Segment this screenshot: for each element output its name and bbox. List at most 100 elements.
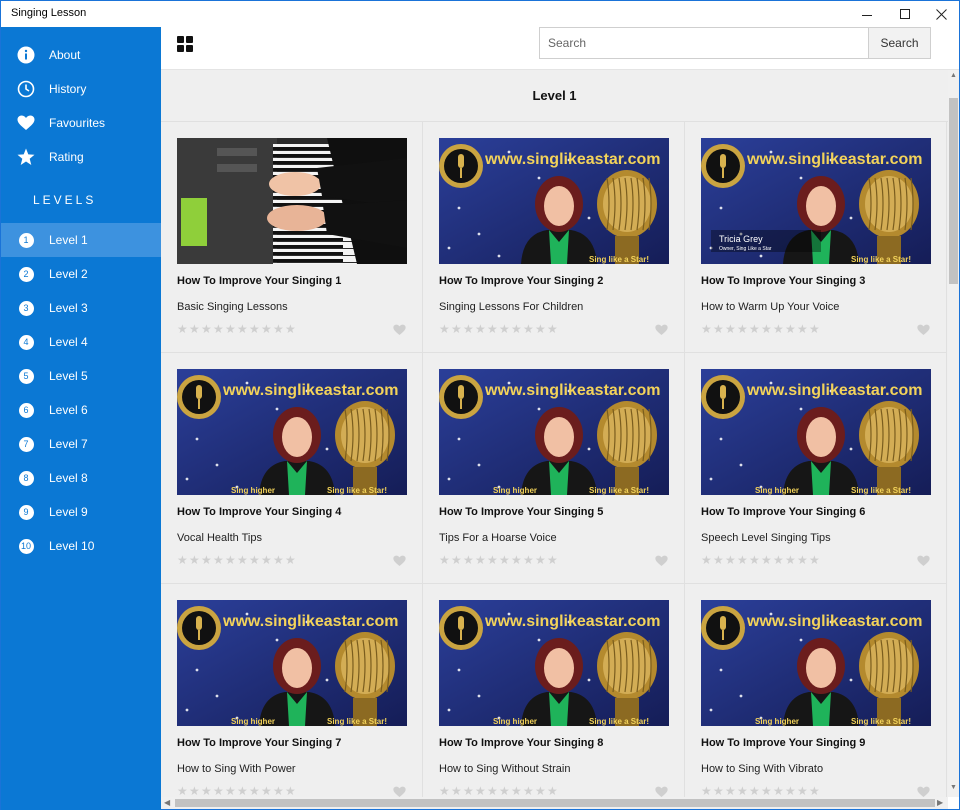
lesson-card[interactable]: www.singlikeastar.com Sing higher Sing lik… [685, 353, 947, 584]
rating-star-icon[interactable]: ★ [249, 322, 261, 336]
rating-stars[interactable]: ★ ★ ★ ★ ★ ★ ★ ★ ★ ★ [439, 322, 559, 336]
favourite-heart-icon[interactable] [917, 323, 930, 341]
maximize-button[interactable] [885, 1, 925, 27]
rating-star-icon[interactable]: ★ [261, 553, 273, 567]
rating-star-icon[interactable]: ★ [273, 322, 285, 336]
rating-star-icon[interactable]: ★ [785, 784, 797, 797]
rating-star-icon[interactable]: ★ [237, 553, 249, 567]
rating-star-icon[interactable]: ★ [201, 322, 213, 336]
rating-star-icon[interactable]: ★ [523, 553, 535, 567]
rating-star-icon[interactable]: ★ [749, 784, 761, 797]
rating-star-icon[interactable]: ★ [749, 322, 761, 336]
rating-star-icon[interactable]: ★ [511, 553, 523, 567]
lesson-thumbnail[interactable]: www.singlikeastar.com Sing higher Sing lik… [701, 600, 931, 726]
rating-star-icon[interactable]: ★ [725, 784, 737, 797]
rating-star-icon[interactable]: ★ [189, 553, 201, 567]
rating-star-icon[interactable]: ★ [463, 553, 475, 567]
rating-star-icon[interactable]: ★ [285, 553, 297, 567]
rating-star-icon[interactable]: ★ [201, 784, 213, 797]
rating-star-icon[interactable]: ★ [177, 322, 189, 336]
rating-star-icon[interactable]: ★ [463, 784, 475, 797]
sidebar-item-level-9[interactable]: 9 Level 9 [1, 495, 161, 529]
favourite-heart-icon[interactable] [655, 554, 668, 572]
lesson-thumbnail[interactable]: www.singlikeastar.com Sing like a Star! [439, 138, 669, 264]
search-input[interactable] [539, 27, 869, 59]
lesson-thumbnail[interactable]: www.singlikeastar.com Sing higher Sing lik… [177, 369, 407, 495]
scrollbar-thumb[interactable] [949, 98, 958, 284]
rating-star-icon[interactable]: ★ [523, 322, 535, 336]
favourite-heart-icon[interactable] [917, 785, 930, 797]
rating-star-icon[interactable]: ★ [475, 322, 487, 336]
rating-star-icon[interactable]: ★ [761, 553, 773, 567]
rating-star-icon[interactable]: ★ [475, 553, 487, 567]
rating-star-icon[interactable]: ★ [451, 553, 463, 567]
rating-stars[interactable]: ★ ★ ★ ★ ★ ★ ★ ★ ★ ★ [439, 784, 559, 797]
sidebar-item-level-3[interactable]: 3 Level 3 [1, 291, 161, 325]
rating-star-icon[interactable]: ★ [773, 553, 785, 567]
sidebar-item-level-5[interactable]: 5 Level 5 [1, 359, 161, 393]
rating-stars[interactable]: ★ ★ ★ ★ ★ ★ ★ ★ ★ ★ [177, 553, 297, 567]
rating-star-icon[interactable]: ★ [785, 553, 797, 567]
rating-star-icon[interactable]: ★ [451, 784, 463, 797]
rating-star-icon[interactable]: ★ [177, 553, 189, 567]
rating-star-icon[interactable]: ★ [797, 784, 809, 797]
rating-star-icon[interactable]: ★ [547, 784, 559, 797]
lesson-card[interactable]: www.singlikeastar.com Sing higher Sing lik… [161, 584, 423, 797]
favourite-heart-icon[interactable] [393, 323, 406, 341]
lesson-card[interactable]: www.singlikeastar.com Sing higher Sing lik… [423, 353, 685, 584]
favourite-heart-icon[interactable] [655, 785, 668, 797]
rating-star-icon[interactable]: ★ [701, 784, 713, 797]
scroll-down-icon[interactable]: ▼ [950, 784, 957, 791]
rating-star-icon[interactable]: ★ [237, 784, 249, 797]
rating-star-icon[interactable]: ★ [237, 322, 249, 336]
favourite-heart-icon[interactable] [655, 323, 668, 341]
rating-star-icon[interactable]: ★ [189, 784, 201, 797]
rating-star-icon[interactable]: ★ [273, 553, 285, 567]
rating-star-icon[interactable]: ★ [809, 784, 821, 797]
lesson-card[interactable]: www.singlikeastar.com Sing higher Sing lik… [685, 584, 947, 797]
lesson-thumbnail[interactable]: www.singlikeastar.com Sing higher Sing lik… [439, 600, 669, 726]
lesson-card[interactable]: www.singlikeastar.com Sing higher Sing lik… [423, 584, 685, 797]
rating-star-icon[interactable]: ★ [785, 322, 797, 336]
rating-star-icon[interactable]: ★ [213, 322, 225, 336]
rating-star-icon[interactable]: ★ [249, 784, 261, 797]
rating-star-icon[interactable]: ★ [797, 322, 809, 336]
rating-star-icon[interactable]: ★ [511, 784, 523, 797]
rating-star-icon[interactable]: ★ [487, 553, 499, 567]
horizontal-scrollbar[interactable]: ◀ ▶ [161, 797, 948, 809]
lesson-thumbnail[interactable]: www.singlikeastar.com Sing higher Sing lik… [177, 600, 407, 726]
rating-star-icon[interactable]: ★ [439, 784, 451, 797]
sidebar-item-level-2[interactable]: 2 Level 2 [1, 257, 161, 291]
rating-stars[interactable]: ★ ★ ★ ★ ★ ★ ★ ★ ★ ★ [439, 553, 559, 567]
lesson-card[interactable]: www.singlikeastar.com Sing higher Sing lik… [161, 353, 423, 584]
rating-star-icon[interactable]: ★ [225, 784, 237, 797]
rating-star-icon[interactable]: ★ [809, 553, 821, 567]
rating-stars[interactable]: ★ ★ ★ ★ ★ ★ ★ ★ ★ ★ [701, 553, 821, 567]
rating-star-icon[interactable]: ★ [713, 553, 725, 567]
rating-star-icon[interactable]: ★ [261, 322, 273, 336]
rating-star-icon[interactable]: ★ [773, 784, 785, 797]
sidebar-item-rating[interactable]: Rating [1, 140, 161, 174]
lesson-thumbnail[interactable]: www.singlikeastar.com Sing higher Sing lik… [701, 369, 931, 495]
rating-star-icon[interactable]: ★ [713, 784, 725, 797]
rating-star-icon[interactable]: ★ [499, 784, 511, 797]
rating-star-icon[interactable]: ★ [439, 553, 451, 567]
search-button[interactable]: Search [868, 27, 931, 59]
rating-star-icon[interactable]: ★ [535, 322, 547, 336]
lesson-thumbnail[interactable] [177, 138, 407, 264]
rating-star-icon[interactable]: ★ [487, 322, 499, 336]
rating-star-icon[interactable]: ★ [547, 322, 559, 336]
minimize-button[interactable] [847, 1, 887, 27]
rating-star-icon[interactable]: ★ [189, 322, 201, 336]
scroll-up-icon[interactable]: ▲ [950, 72, 957, 79]
rating-star-icon[interactable]: ★ [213, 784, 225, 797]
rating-star-icon[interactable]: ★ [225, 553, 237, 567]
rating-star-icon[interactable]: ★ [547, 553, 559, 567]
sidebar-item-level-8[interactable]: 8 Level 8 [1, 461, 161, 495]
favourite-heart-icon[interactable] [393, 554, 406, 572]
rating-star-icon[interactable]: ★ [737, 553, 749, 567]
rating-star-icon[interactable]: ★ [201, 553, 213, 567]
rating-star-icon[interactable]: ★ [285, 322, 297, 336]
rating-star-icon[interactable]: ★ [797, 553, 809, 567]
rating-star-icon[interactable]: ★ [451, 322, 463, 336]
